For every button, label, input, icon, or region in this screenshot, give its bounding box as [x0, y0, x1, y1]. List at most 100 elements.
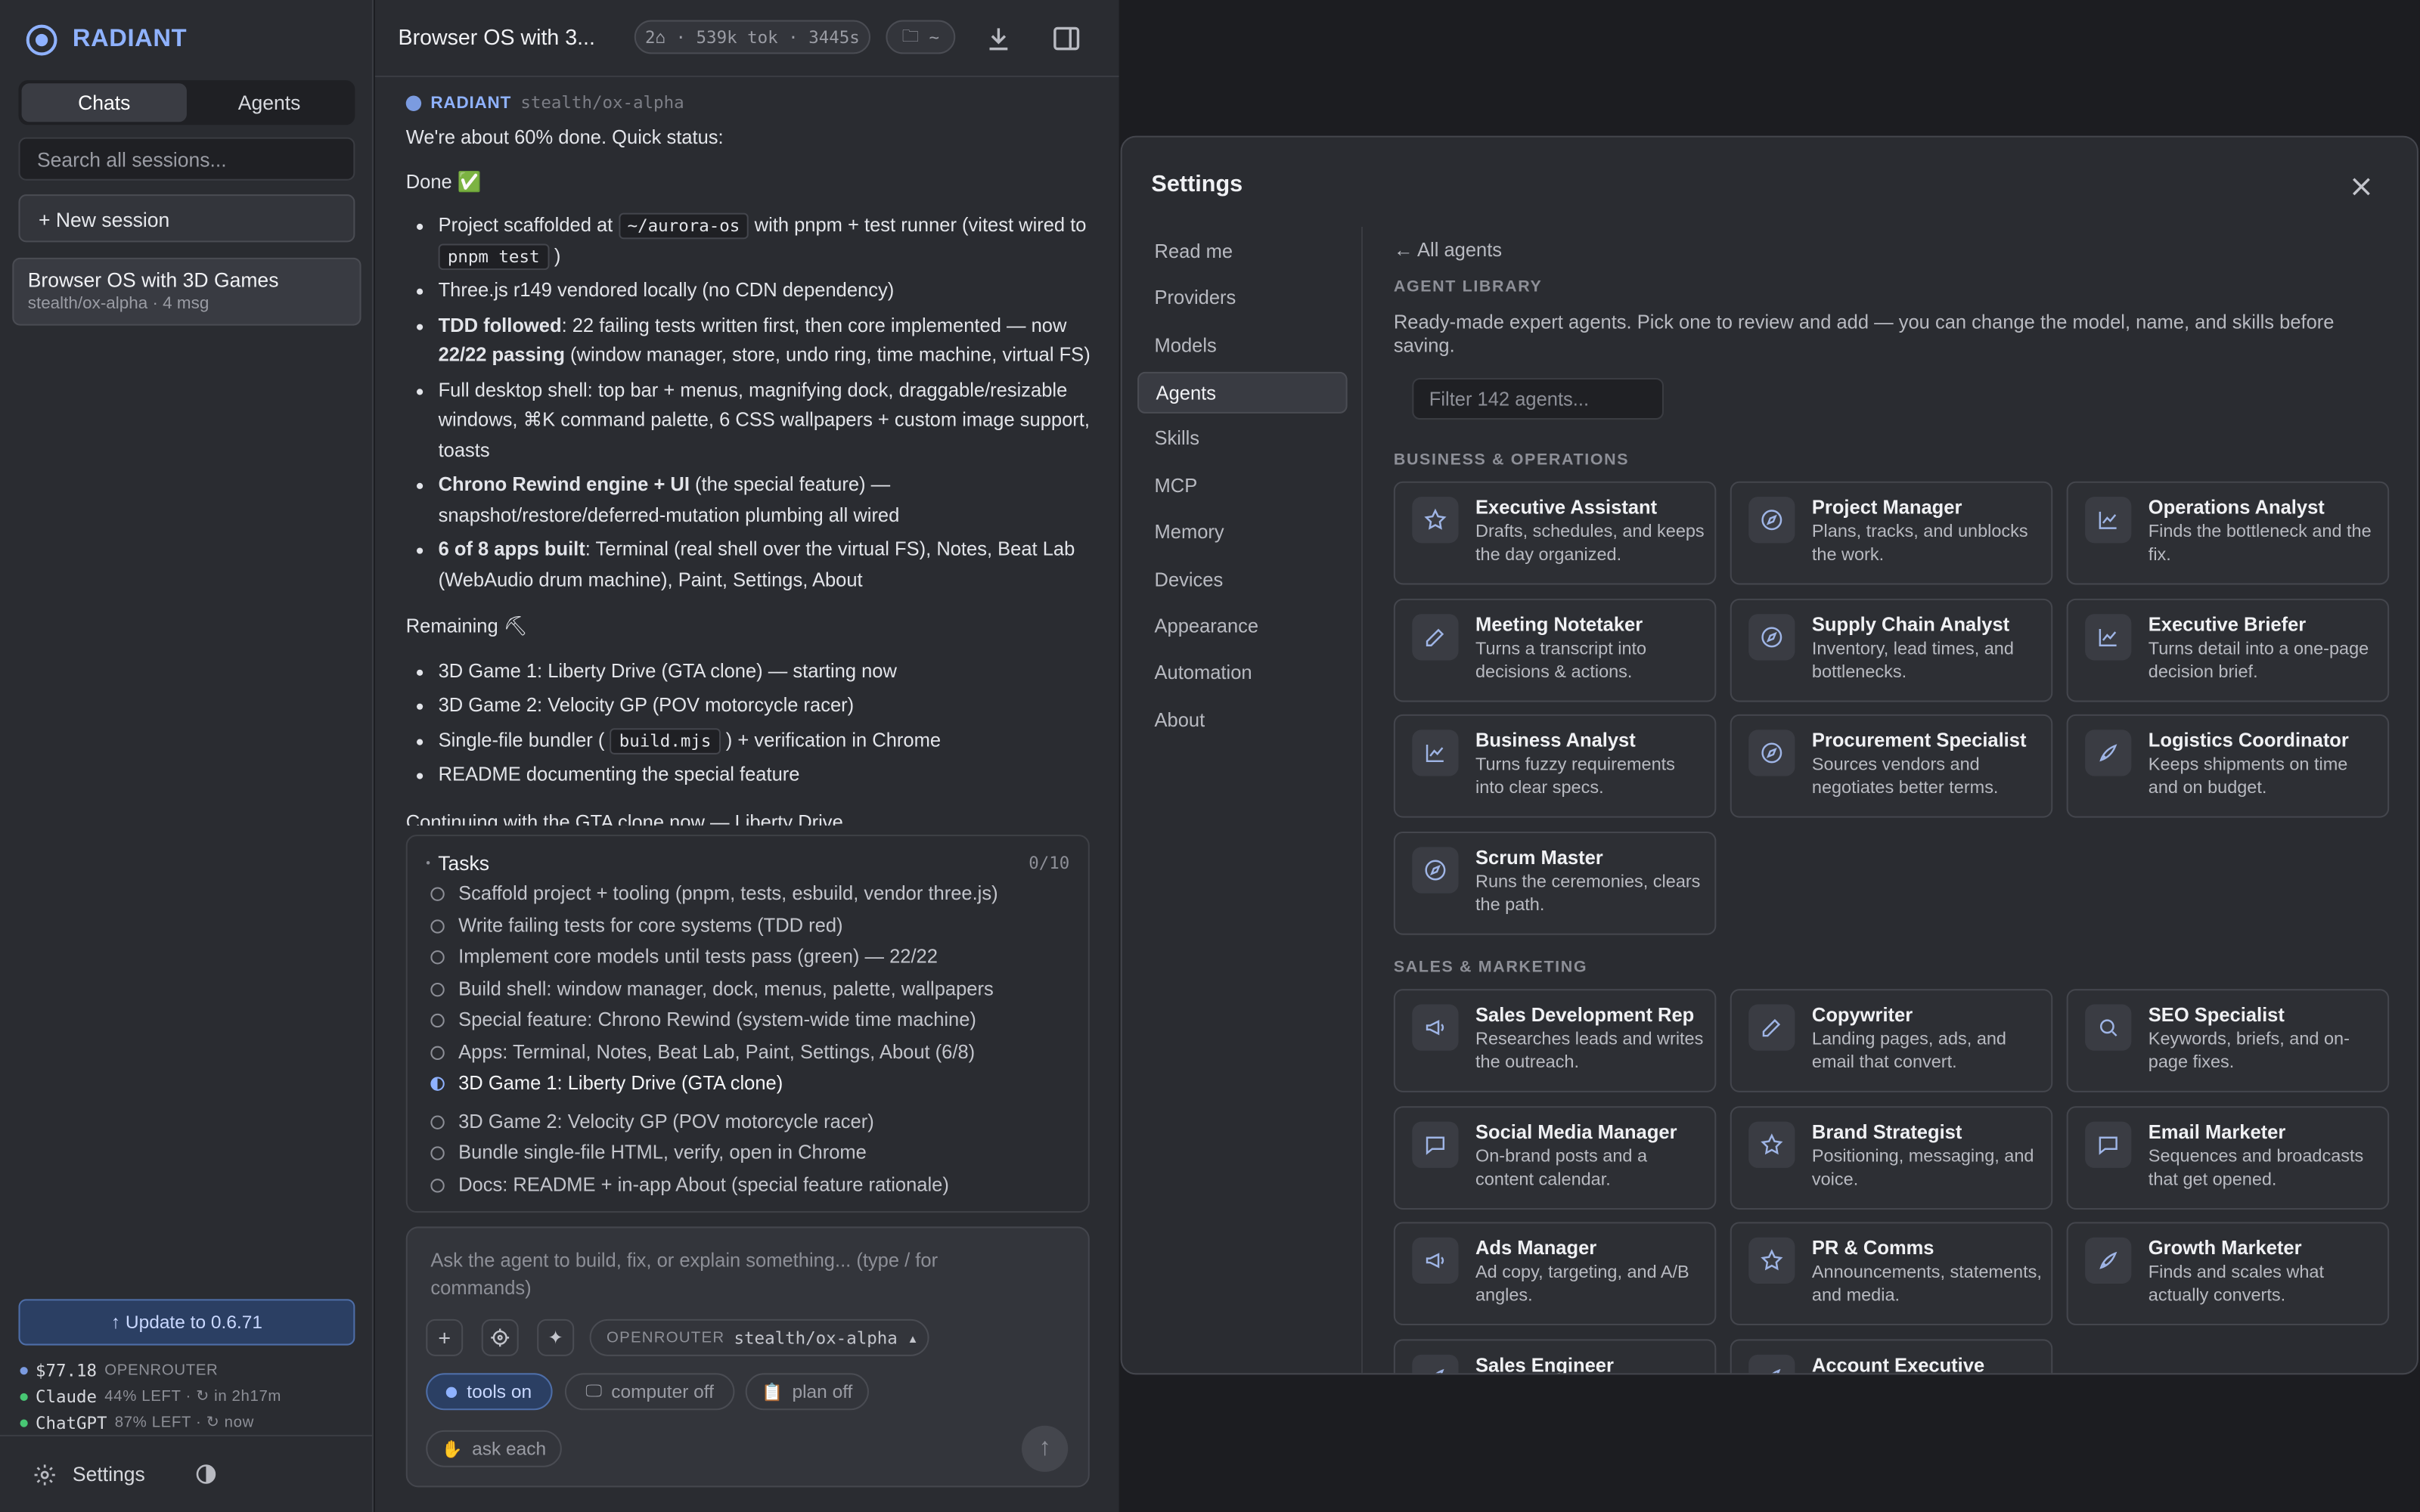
list-item: README documenting the special feature — [439, 761, 1093, 791]
task-status-icon — [430, 1012, 445, 1027]
agent-description: Plans, tracks, and unblocks the work. — [1811, 522, 2028, 565]
agent-description: Announcements, statements, and media. — [1811, 1263, 2042, 1306]
back-to-agents-link[interactable]: ← All agents — [1394, 239, 1502, 261]
tab-agents[interactable]: Agents — [187, 83, 352, 122]
task-item-active[interactable]: 3D Game 1: Liberty Drive (GTA clone) — [430, 1072, 783, 1094]
agent-card[interactable]: Executive Briefer Turns detail into a one… — [2066, 597, 2390, 702]
tasks-header[interactable]: • Tasks — [426, 852, 489, 875]
plan-label: plan off — [792, 1380, 853, 1403]
agent-description: Keywords, briefs, and on-page fixes. — [2148, 1030, 2350, 1073]
settings-link[interactable]: Settings — [73, 1463, 145, 1486]
agent-card[interactable]: Executive Assistant Drafts, schedules, an… — [1393, 481, 1717, 585]
agent-card[interactable]: Project Manager Plans, tracks, and unbloc… — [1730, 481, 2053, 585]
task-item[interactable]: Scaffold project + tooling (pnpm, tests,… — [430, 882, 998, 904]
nav-item-models[interactable]: Models — [1137, 326, 1348, 367]
task-item[interactable]: Apps: Terminal, Notes, Beat Lab, Paint, … — [430, 1042, 975, 1063]
sidebar: RADIANT Chats Agents Search all sessions… — [0, 0, 374, 1512]
agent-name: Business Analyst — [1475, 730, 1636, 751]
task-item[interactable]: Special feature: Chrono Rewind (system-w… — [430, 1009, 976, 1030]
nav-item-read-me[interactable]: Read me — [1137, 231, 1348, 273]
brand-logo[interactable]: RADIANT — [26, 24, 187, 56]
task-item[interactable]: Docs: README + in-app About (special fea… — [430, 1174, 949, 1196]
computer-toggle[interactable]: 🖵 computer off — [564, 1373, 735, 1411]
collapse-icon[interactable]: • — [426, 857, 430, 870]
quota-openrouter: $77.18 OPENROUTER — [20, 1361, 219, 1381]
agent-card[interactable]: SEO Specialist Keywords, briefs, and on-p… — [2066, 989, 2390, 1092]
agent-card[interactable]: Meeting Notetaker Turns a transcript into… — [1393, 597, 1717, 702]
message-header: RADIANT stealth/ox-alpha — [405, 92, 684, 113]
session-search-input[interactable]: Search all sessions... — [18, 137, 355, 181]
list-item: 3D Game 2: Velocity GP (POV motorcycle r… — [439, 691, 1093, 721]
agent-name: Social Media Manager — [1475, 1120, 1677, 1143]
nav-item-devices[interactable]: Devices — [1137, 560, 1348, 602]
agent-card[interactable]: Email Marketer Sequences and broadcasts t… — [2066, 1105, 2390, 1209]
tab-chats[interactable]: Chats — [21, 83, 187, 122]
agent-card[interactable]: Operations Analyst Finds the bottleneck a… — [2066, 481, 2390, 585]
settings-modal: Settings Read me Providers Models Agents… — [1120, 135, 2418, 1375]
nav-item-agents[interactable]: Agents — [1137, 371, 1348, 414]
agent-card[interactable]: Business Analyst Turns fuzzy requirements… — [1393, 714, 1717, 818]
panel-toggle-icon[interactable] — [1051, 23, 1082, 54]
chart-icon — [2085, 497, 2132, 544]
agent-card[interactable]: Copywriter Landing pages, ads, and email … — [1730, 989, 2053, 1092]
add-attachment-button[interactable]: + — [426, 1318, 464, 1356]
clipboard-icon: 📋 — [762, 1383, 783, 1402]
agent-card[interactable]: Logistics Coordinator Keeps shipments on … — [2066, 714, 2390, 818]
nav-item-about[interactable]: About — [1137, 701, 1348, 742]
task-item[interactable]: Write failing tests for core systems (TD… — [430, 915, 843, 937]
prompt-input[interactable]: Ask the agent to build, fix, or explain … — [430, 1247, 986, 1302]
new-session-button[interactable]: + New session — [18, 194, 355, 243]
folder-button[interactable]: 🗀 ~ — [886, 20, 956, 54]
agent-card[interactable]: Scrum Master Runs the ceremonies, clears … — [1393, 830, 1717, 934]
agent-card[interactable]: Ads Manager Ad copy, targeting, and A/B a… — [1393, 1222, 1717, 1326]
chat-panel: Browser OS with 3... 2⌂ · 539k tok · 344… — [374, 0, 1119, 1512]
agent-filter-input[interactable]: Filter 142 agents... — [1412, 377, 1664, 420]
task-item[interactable]: Build shell: window manager, dock, menus… — [430, 978, 994, 999]
nav-item-skills[interactable]: Skills — [1137, 418, 1348, 460]
nav-item-mcp[interactable]: MCP — [1137, 466, 1348, 507]
quota-chatgpt: ChatGPT 87% LEFT · ↻ now — [20, 1413, 254, 1433]
theme-toggle-icon[interactable] — [194, 1463, 218, 1486]
quota-claude: Claude 44% LEFT · ↻ in 2h17m — [20, 1387, 282, 1407]
agent-card[interactable]: Sales Engineer — [1393, 1338, 1717, 1374]
task-item[interactable]: 3D Game 2: Velocity GP (POV motorcycle r… — [430, 1111, 874, 1132]
nav-item-memory[interactable]: Memory — [1137, 513, 1348, 554]
send-button[interactable]: ↑ — [1022, 1425, 1069, 1472]
close-icon[interactable] — [2346, 172, 2377, 203]
approval-mode-toggle[interactable]: ✋ ask each — [426, 1430, 562, 1467]
task-item[interactable]: Implement core models until tests pass (… — [430, 946, 938, 968]
agent-avatar-icon — [405, 94, 422, 110]
agent-description: Finds and scales what actually converts. — [2148, 1263, 2325, 1306]
message-model: stealth/ox-alpha — [520, 92, 684, 113]
nav-item-automation[interactable]: Automation — [1137, 652, 1348, 694]
agent-description: On-brand posts and a content calendar. — [1475, 1147, 1648, 1189]
target-button[interactable] — [481, 1318, 519, 1356]
agent-card[interactable]: Sales Development Rep Researches leads an… — [1393, 989, 1717, 1092]
agent-card[interactable]: Procurement Specialist Sources vendors an… — [1730, 714, 2053, 818]
tools-toggle[interactable]: tools on — [426, 1373, 553, 1411]
inline-code: ~/aurora-os — [618, 212, 749, 240]
agent-name: Scrum Master — [1475, 846, 1603, 868]
agent-card[interactable]: Account Executive — [1730, 1338, 2053, 1374]
agent-card[interactable]: Brand Strategist Positioning, messaging, … — [1730, 1105, 2053, 1209]
agent-card[interactable]: Growth Marketer Finds and scales what act… — [2066, 1222, 2390, 1326]
plan-toggle[interactable]: 📋 plan off — [745, 1373, 869, 1411]
session-item[interactable]: Browser OS with 3D Games stealth/ox-alph… — [12, 257, 361, 326]
agent-card[interactable]: Social Media Manager On-brand posts and a… — [1393, 1105, 1717, 1209]
sparkle-button[interactable]: ✦ — [537, 1318, 575, 1356]
sparkle-icon: ✦ — [548, 1327, 563, 1349]
agent-description: Finds the bottleneck and the fix. — [2148, 522, 2372, 565]
nav-item-appearance[interactable]: Appearance — [1137, 606, 1348, 648]
agent-name: Meeting Notetaker — [1475, 613, 1643, 635]
task-item[interactable]: Bundle single-file HTML, verify, open in… — [430, 1142, 867, 1163]
star-icon — [1748, 1120, 1795, 1167]
nav-item-providers[interactable]: Providers — [1137, 277, 1348, 319]
agent-card[interactable]: PR & Comms Announcements, statements, and… — [1730, 1222, 2053, 1326]
chat-icon — [1412, 1120, 1459, 1167]
agent-card[interactable]: Supply Chain Analyst Inventory, lead time… — [1730, 597, 2053, 702]
model-selector[interactable]: OPENROUTER stealth/ox-alpha ▴ — [589, 1318, 929, 1356]
megaphone-icon — [1412, 1004, 1459, 1051]
gear-icon[interactable] — [33, 1462, 57, 1487]
update-button[interactable]: ↑ Update to 0.6.71 — [18, 1299, 355, 1346]
download-icon[interactable] — [983, 23, 1014, 54]
